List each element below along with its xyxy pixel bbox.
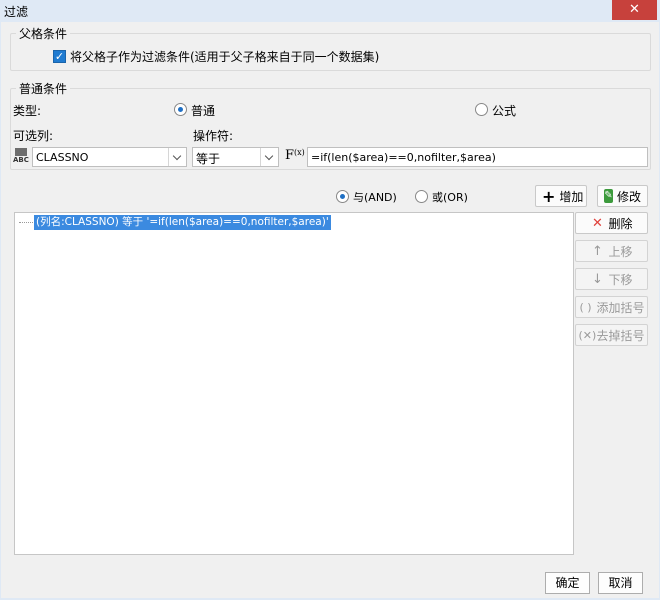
close-icon: ✕ bbox=[592, 215, 603, 231]
add-button[interactable]: + 增加 bbox=[535, 185, 587, 207]
operator-select-value: 等于 bbox=[196, 152, 221, 166]
add-bracket-button[interactable]: ( ) 添加括号 bbox=[575, 296, 648, 318]
remove-bracket-label: 去掉括号 bbox=[596, 328, 645, 343]
fx-icon[interactable]: F(x) bbox=[285, 148, 305, 163]
arrow-down-icon: ↓ bbox=[592, 271, 603, 287]
cancel-button[interactable]: 取消 bbox=[598, 572, 643, 594]
edit-icon: ✎ bbox=[604, 189, 613, 203]
remove-bracket-icon: (✕) bbox=[578, 328, 597, 342]
operator-select[interactable]: 等于 bbox=[192, 147, 279, 167]
normal-condition-title: 普通条件 bbox=[16, 80, 71, 97]
ok-button[interactable]: 确定 bbox=[545, 572, 590, 594]
or-radio[interactable] bbox=[415, 190, 428, 203]
close-icon: ✕ bbox=[629, 2, 640, 17]
window-title: 过滤 bbox=[4, 5, 29, 19]
use-parent-label: 将父格子作为过滤条件(适用于父子格来自于同一个数据集) bbox=[70, 50, 380, 64]
formula-input[interactable]: =if(len($area)==0,nofilter,$area) bbox=[307, 147, 648, 167]
move-up-label: 上移 bbox=[608, 244, 633, 259]
remove-bracket-button[interactable]: (✕) 去掉括号 bbox=[575, 324, 648, 346]
abc-column-icon: ABC bbox=[13, 148, 31, 166]
chevron-down-icon[interactable] bbox=[168, 148, 186, 166]
operator-label: 操作符: bbox=[193, 129, 234, 143]
move-up-button[interactable]: ↑ 上移 bbox=[575, 240, 648, 262]
delete-button-label: 删除 bbox=[608, 216, 633, 231]
column-select-value: CLASSNO bbox=[36, 151, 89, 164]
close-button[interactable]: ✕ bbox=[612, 0, 657, 20]
add-bracket-label: 添加括号 bbox=[596, 300, 645, 315]
chevron-down-icon[interactable] bbox=[260, 148, 278, 166]
column-select[interactable]: CLASSNO bbox=[32, 147, 187, 167]
and-radio[interactable] bbox=[336, 190, 349, 203]
type-label: 类型: bbox=[13, 104, 42, 118]
title-bar: 过滤 ✕ bbox=[0, 0, 660, 22]
type-normal-label[interactable]: 普通 bbox=[191, 102, 215, 119]
type-normal-radio[interactable] bbox=[174, 103, 187, 116]
move-down-label: 下移 bbox=[608, 272, 633, 287]
tree-connector bbox=[19, 222, 33, 223]
modify-button-label: 修改 bbox=[616, 189, 641, 204]
column-label: 可选列: bbox=[13, 129, 54, 143]
bracket-icon: ( ) bbox=[579, 300, 592, 314]
plus-icon: + bbox=[542, 186, 556, 206]
use-parent-checkbox[interactable]: ✓ bbox=[53, 50, 66, 63]
or-label[interactable]: 或(OR) bbox=[432, 189, 468, 205]
type-formula-label[interactable]: 公式 bbox=[492, 102, 516, 119]
delete-button[interactable]: ✕ 删除 bbox=[575, 212, 648, 234]
type-formula-radio[interactable] bbox=[475, 103, 488, 116]
condition-list[interactable]: (列名:CLASSNO) 等于 '=if(len($area)==0,nofil… bbox=[14, 212, 574, 555]
parent-condition-title: 父格条件 bbox=[16, 25, 71, 42]
add-button-label: 增加 bbox=[559, 189, 584, 204]
move-down-button[interactable]: ↓ 下移 bbox=[575, 268, 648, 290]
modify-button[interactable]: ✎ 修改 bbox=[597, 185, 648, 207]
arrow-up-icon: ↑ bbox=[592, 243, 603, 259]
filter-dialog: 父格条件 ✓ 将父格子作为过滤条件(适用于父子格来自于同一个数据集) 普通条件 … bbox=[1, 22, 659, 598]
list-item[interactable]: (列名:CLASSNO) 等于 '=if(len($area)==0,nofil… bbox=[34, 215, 331, 230]
and-label[interactable]: 与(AND) bbox=[353, 189, 397, 205]
